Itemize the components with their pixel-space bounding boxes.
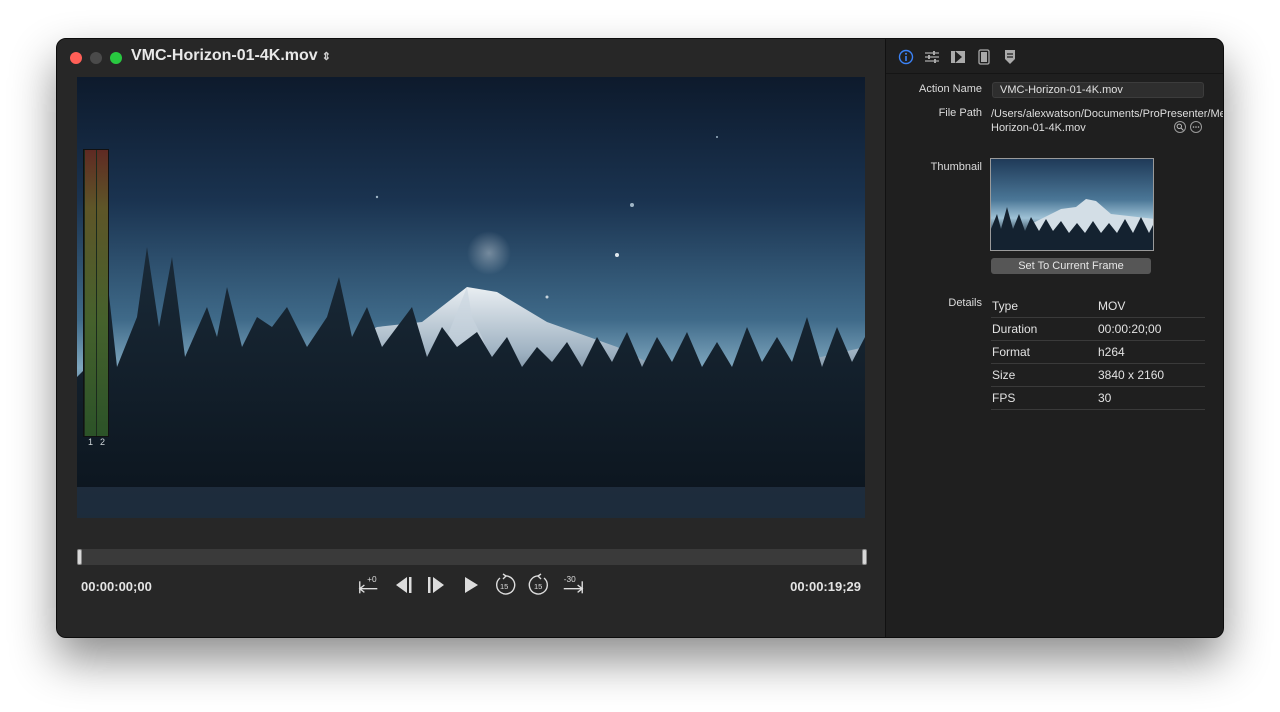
step-back-icon xyxy=(396,577,412,593)
inspector-pane: Action Name File Path /Users/alexwatson/… xyxy=(885,39,1223,637)
details-row-fps: FPS 30 xyxy=(991,387,1205,410)
skip-forward-15-label: 15 xyxy=(534,582,542,591)
thumbnail-image xyxy=(990,158,1154,251)
start-timecode: 00:00:00;00 xyxy=(81,579,152,594)
thumbnail-scene-image xyxy=(991,199,1153,250)
minimize-window-button[interactable] xyxy=(90,52,102,64)
audio-meter-labels: 1 2 xyxy=(88,437,105,447)
sliders-icon xyxy=(925,51,939,63)
transport-controls: +0 15 15 -30 xyxy=(357,573,585,597)
inspector-toolbar xyxy=(898,49,1018,65)
details-label: Details xyxy=(948,297,982,309)
channel-2-label: 2 xyxy=(100,437,106,447)
timeline-scrubber[interactable] xyxy=(77,549,867,565)
details-value: 30 xyxy=(1098,391,1112,405)
set-to-current-frame-button[interactable]: Set To Current Frame xyxy=(991,258,1151,274)
player-pane: VMC-Horizon-01-4K.mov ⇕ 1 2 00:00:00;00 … xyxy=(57,39,885,637)
info-icon xyxy=(898,49,914,65)
details-row-duration: Duration 00:00:20;00 xyxy=(991,318,1205,341)
skip-forward-15-icon: 15 xyxy=(528,573,548,595)
thumbnail-label: Thumbnail xyxy=(930,161,982,173)
file-path-actions xyxy=(1174,121,1202,133)
step-forward-button[interactable] xyxy=(425,573,449,597)
action-name-input[interactable] xyxy=(992,82,1204,98)
window-title-text: VMC-Horizon-01-4K.mov xyxy=(131,47,318,64)
details-key: Format xyxy=(992,345,1031,359)
play-icon xyxy=(465,577,478,593)
device-tab[interactable] xyxy=(976,49,992,65)
details-value: 00:00:20;00 xyxy=(1098,322,1162,336)
mountain-scene-image xyxy=(77,136,865,518)
file-path-label: File Path xyxy=(938,107,982,119)
toolbar-divider xyxy=(886,73,1223,74)
audio-meter xyxy=(83,149,109,437)
in-point-offset-label: +0 xyxy=(367,574,377,584)
out-point-minus-30-icon: -30 xyxy=(564,574,584,594)
step-back-button[interactable] xyxy=(391,573,415,597)
end-timecode: 00:00:19;29 xyxy=(790,579,861,594)
audio-meter-channel-2 xyxy=(97,150,108,436)
details-table: Type MOV Duration 00:00:20;00 Format h26… xyxy=(991,295,1205,410)
skip-back-15-button[interactable]: 15 xyxy=(493,573,517,597)
close-window-button[interactable] xyxy=(70,52,82,64)
action-name-label: Action Name xyxy=(919,83,982,95)
details-key: Duration xyxy=(992,322,1038,336)
magnifier-icon xyxy=(1176,123,1184,131)
details-row-size: Size 3840 x 2160 xyxy=(991,364,1205,387)
title-chevron-icon: ⇕ xyxy=(321,50,331,63)
skip-back-15-label: 15 xyxy=(500,582,508,591)
window-title[interactable]: VMC-Horizon-01-4K.mov ⇕ xyxy=(131,47,331,65)
file-path-value: /Users/alexwatson/Documents/ProPresenter… xyxy=(991,108,1223,134)
in-point-plus-0-icon: +0 xyxy=(358,574,378,594)
transition-tab[interactable] xyxy=(950,49,966,65)
set-in-point-button[interactable]: +0 xyxy=(357,573,381,597)
set-out-point-button[interactable]: -30 xyxy=(561,573,585,597)
out-point-handle[interactable] xyxy=(862,549,867,565)
device-icon xyxy=(978,49,990,65)
details-value: h264 xyxy=(1098,345,1125,359)
in-point-handle[interactable] xyxy=(77,549,82,565)
reveal-in-finder-icon[interactable] xyxy=(1174,121,1186,133)
details-row-format: Format h264 xyxy=(991,341,1205,364)
details-value: 3840 x 2160 xyxy=(1098,368,1165,382)
adjustments-tab[interactable] xyxy=(924,49,940,65)
audio-meter-channel-1 xyxy=(85,150,96,436)
skip-back-15-icon: 15 xyxy=(496,573,516,595)
out-point-offset-label: -30 xyxy=(564,574,576,584)
marker-tab[interactable] xyxy=(1002,49,1018,65)
details-key: Type xyxy=(992,299,1019,313)
zoom-window-button[interactable] xyxy=(110,52,122,64)
channel-1-label: 1 xyxy=(88,437,94,447)
window-controls xyxy=(70,52,122,64)
more-options-icon[interactable] xyxy=(1190,121,1202,133)
details-value: MOV xyxy=(1098,299,1126,313)
step-forward-icon xyxy=(428,577,444,593)
details-key: FPS xyxy=(992,391,1016,405)
video-preview[interactable]: 1 2 xyxy=(77,77,865,518)
ellipsis-icon xyxy=(1192,126,1200,128)
info-tab[interactable] xyxy=(898,49,914,65)
details-row-type: Type MOV xyxy=(991,295,1205,318)
play-button[interactable] xyxy=(459,573,483,597)
details-key: Size xyxy=(992,368,1016,382)
marker-icon xyxy=(1005,50,1015,64)
skip-forward-15-button[interactable]: 15 xyxy=(527,573,551,597)
transition-icon xyxy=(951,51,965,63)
media-editor-window: VMC-Horizon-01-4K.mov ⇕ 1 2 00:00:00;00 … xyxy=(56,38,1224,638)
